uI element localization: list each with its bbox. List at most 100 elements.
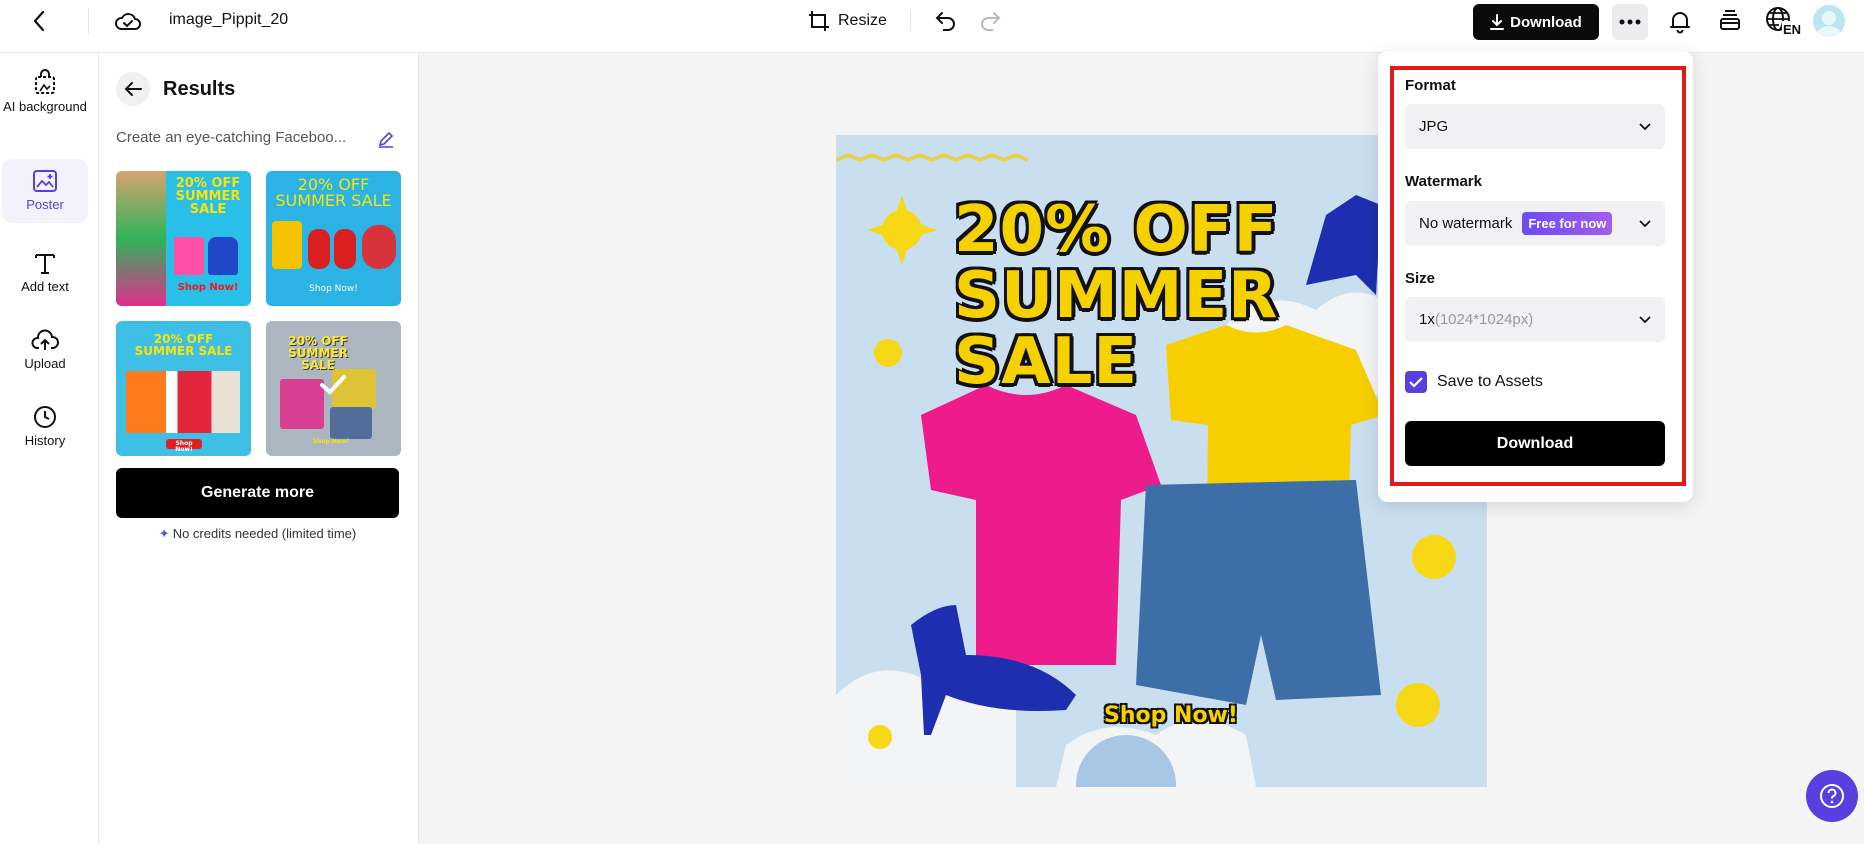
poster-headline[interactable]: 20% OFF SUMMER SALE: [954, 197, 1278, 395]
sun-decoration: [1412, 535, 1456, 579]
download-label: Download: [1510, 13, 1582, 31]
size-dimensions: (1024*1024px): [1434, 311, 1534, 328]
chevron-down-icon: [1639, 123, 1651, 131]
result-thumbnail-1[interactable]: 20% OFF SUMMER SALE Shop Now!: [116, 171, 251, 306]
product-image: [174, 237, 204, 275]
undo-icon: [935, 12, 955, 31]
nav-upload[interactable]: Upload: [2, 328, 88, 380]
undo-button[interactable]: [934, 9, 958, 33]
cloud-check-icon: [115, 13, 141, 30]
zigzag-decoration: [836, 152, 1029, 163]
size-select[interactable]: 1x (1024*1024px): [1405, 297, 1665, 342]
checkmark-icon: [320, 375, 346, 395]
save-to-assets-checkbox[interactable]: [1405, 371, 1427, 393]
product-image: [308, 229, 330, 269]
cloud-sync-button[interactable]: [114, 8, 142, 34]
upload-cloud-icon: [31, 329, 59, 350]
bell-icon: [1670, 12, 1690, 34]
resize-icon: [809, 11, 829, 31]
watermark-select[interactable]: No watermark Free for now: [1405, 201, 1665, 246]
bag-icon: [35, 69, 55, 94]
language-button[interactable]: EN: [1765, 6, 1801, 37]
pencil-icon: [378, 131, 394, 148]
question-icon: [1820, 784, 1844, 808]
notifications-button[interactable]: [1667, 8, 1693, 34]
help-button[interactable]: [1806, 770, 1858, 822]
nav-history[interactable]: History: [2, 405, 88, 457]
left-toolbar: AI background Poster Add text Upload His…: [0, 53, 99, 844]
product-image: [126, 371, 240, 433]
thumbnail-cta: Shop Now!: [309, 284, 358, 294]
more-horizontal-icon: [1619, 19, 1641, 25]
format-value: JPG: [1419, 118, 1449, 135]
avatar-icon: [1816, 11, 1842, 37]
poster-icon: [33, 170, 57, 192]
language-code: EN: [1783, 22, 1801, 36]
sun-decoration: [868, 725, 892, 749]
denim-shorts: [1136, 480, 1381, 705]
nav-label: History: [24, 433, 66, 448]
nav-ai-background[interactable]: AI background: [2, 69, 88, 141]
thumbnail-cta: Shop Now!: [177, 282, 239, 293]
model-photo: [116, 171, 166, 306]
redo-icon: [981, 12, 1001, 31]
sun-decoration: [867, 195, 937, 265]
thumbnail-cta: Shop Now!: [166, 439, 202, 453]
redo-button[interactable]: [978, 9, 1002, 33]
nav-add-text[interactable]: Add text: [2, 251, 88, 303]
result-thumbnail-2[interactable]: 20% OFF SUMMER SALE Shop Now!: [266, 171, 401, 306]
divider: [88, 8, 89, 34]
poster-cta[interactable]: Shop Now!: [1104, 703, 1238, 728]
chevron-down-icon: [1639, 220, 1651, 228]
chevron-down-icon: [1639, 316, 1651, 324]
chevron-left-icon: [33, 10, 45, 32]
thumbnail-headline: 20% OFF SUMMER SALE: [175, 176, 241, 217]
format-label: Format: [1405, 77, 1456, 94]
assets-button[interactable]: [1717, 8, 1743, 34]
product-image: [334, 229, 356, 269]
user-avatar[interactable]: [1813, 5, 1845, 37]
watermark-label: Watermark: [1405, 173, 1482, 190]
size-label: Size: [1405, 270, 1436, 287]
results-title: Results: [163, 78, 236, 100]
nav-label: Upload: [24, 356, 66, 371]
layers-icon: [1720, 10, 1740, 30]
credits-note-text: No credits needed (limited time): [172, 526, 357, 541]
check-icon: [1409, 377, 1423, 388]
headline-line-2: SUMMER: [954, 259, 1279, 333]
divider: [910, 12, 911, 30]
result-thumbnail-3[interactable]: 20% OFF SUMMER SALE Shop Now!: [116, 321, 251, 456]
more-options-button[interactable]: [1612, 4, 1648, 40]
product-image: [362, 225, 396, 269]
product-image: [272, 221, 302, 269]
resize-label: Resize: [838, 12, 887, 29]
edit-prompt-button[interactable]: [377, 130, 395, 148]
format-select[interactable]: JPG: [1405, 104, 1665, 149]
clock-icon: [34, 406, 56, 428]
save-to-assets-label[interactable]: Save to Assets: [1437, 373, 1543, 391]
thumbnail-headline: 20% OFF SUMMER SALE: [134, 332, 233, 358]
back-button[interactable]: [26, 8, 52, 34]
blue-heel: [1306, 195, 1381, 295]
top-bar: image_Pippit_20 Resize Download EN: [0, 0, 1864, 53]
size-scale: 1x: [1419, 311, 1435, 328]
download-button[interactable]: Download: [1473, 4, 1599, 40]
sparkle-icon: ✦: [158, 526, 170, 541]
result-thumbnail-4[interactable]: 20% OFF SUMMER SALE Shop Now!: [266, 321, 401, 456]
watermark-value: No watermark: [1419, 215, 1513, 232]
results-back-button[interactable]: [116, 72, 150, 106]
project-title[interactable]: image_Pippit_20: [169, 11, 288, 29]
sun-decoration: [874, 339, 902, 367]
confirm-download-button[interactable]: Download: [1405, 421, 1665, 466]
text-icon: [35, 254, 55, 274]
nav-poster[interactable]: Poster: [2, 159, 88, 223]
thumbnail-headline: 20% OFF SUMMER SALE: [275, 175, 392, 210]
nav-label: Add text: [21, 279, 69, 294]
arrow-left-icon: [124, 82, 142, 96]
product-image: [208, 237, 238, 275]
download-icon: [1490, 14, 1505, 30]
generate-more-button[interactable]: Generate more: [116, 468, 399, 518]
resize-button[interactable]: Resize: [808, 8, 887, 34]
credits-note: ✦ No credits needed (limited time): [116, 526, 399, 542]
headline-line-1: 20% OFF: [954, 193, 1279, 267]
